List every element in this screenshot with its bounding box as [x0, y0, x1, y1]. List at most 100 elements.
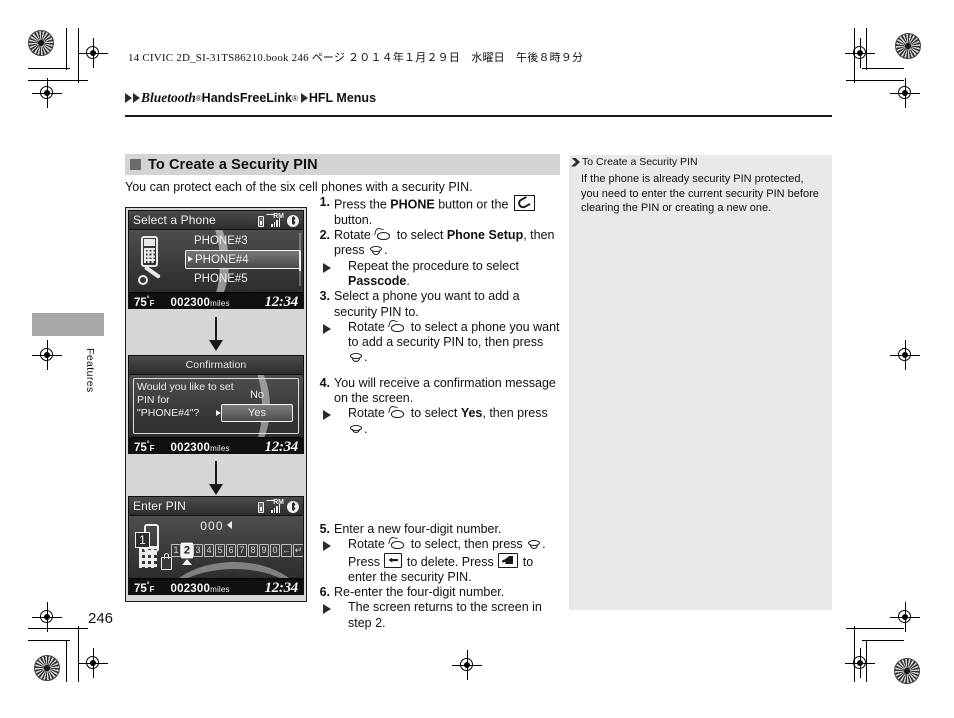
signal-roaming-icon: RM [266, 498, 284, 513]
instruction-step: 3. Select a phone you want to add a secur… [315, 289, 560, 320]
keypad-key[interactable]: 7 [237, 544, 247, 557]
registration-mark-bottom-right [845, 648, 875, 678]
breadcrumb-bluetooth: Bluetooth [141, 90, 196, 105]
list-item[interactable]: PHONE#5 [185, 269, 301, 288]
roaming-label: RM [273, 212, 284, 220]
bluetooth-icon [287, 214, 299, 227]
device-screen-enter-pin: Enter PIN RM 000 1 1 2 3 4 5 6 7 8 9 0 ←… [128, 496, 304, 595]
print-hatch-circle-top-right [895, 33, 921, 59]
temperature-unit: F [149, 443, 155, 453]
press-knob-icon [527, 538, 541, 551]
temperature-readout: 75°F [134, 582, 155, 595]
crop-line-bottom-left-h [28, 640, 70, 641]
press-knob-icon [369, 244, 383, 257]
keypad-key[interactable]: 4 [204, 544, 214, 557]
page-number: 246 [88, 610, 114, 627]
step-number: 6. [319, 585, 330, 600]
keypad-key[interactable]: 2 [180, 542, 194, 559]
odometer-value: 002300 [170, 296, 211, 309]
rotate-dial-icon [389, 320, 406, 333]
signal-roaming-icon: RM [266, 212, 284, 227]
crop-line-top-left-v [66, 28, 67, 70]
battery-icon [258, 501, 264, 513]
step-substep: Rotate to select a phone you want to add… [323, 320, 560, 366]
substep-text: Rotate to select, then press . Press to … [348, 537, 546, 584]
rotate-dial-icon [389, 537, 406, 550]
yes-button[interactable]: Yes [216, 404, 293, 422]
instruction-step: 1. Press the PHONE button or the button. [315, 195, 560, 228]
temperature-value: 75 [134, 582, 147, 595]
device-title-select-phone: Select a Phone [133, 213, 216, 227]
substep-arrow-icon [323, 262, 344, 273]
phone-button-icon [513, 195, 535, 211]
phone-list[interactable]: PHONE#3 PHONE#4 PHONE#5 [185, 231, 301, 288]
note-title-text: To Create a Security PIN [582, 156, 698, 168]
roaming-label: RM [273, 498, 284, 506]
instruction-step: 2. Rotate to select Phone Setup, then pre… [315, 228, 560, 259]
step-text: Rotate to select Phone Setup, then press… [334, 228, 555, 258]
note-title: To Create a Security PIN [571, 156, 698, 168]
breadcrumb-reg-2: ® [291, 93, 298, 103]
registration-mark-right-upper [890, 78, 920, 108]
clock-readout: 12:34 [264, 439, 299, 454]
keypad-key[interactable]: 9 [259, 544, 269, 557]
device-titlebar-select-phone: Select a Phone RM [129, 211, 303, 230]
phone-setup-icon [137, 236, 171, 286]
device-infobar-3: 75°F 002300miles 12:34 [129, 578, 303, 595]
device-titlebar-confirmation: Confirmation [129, 356, 303, 375]
step-text: Re-enter the four-digit number. [334, 585, 505, 600]
enter-button-icon [498, 552, 519, 568]
confirmation-buttons[interactable]: No Yes [216, 386, 293, 422]
crop-line-bottom-right-v [866, 640, 867, 682]
odometer-value: 002300 [170, 441, 211, 454]
keypad-key[interactable]: 6 [226, 544, 236, 557]
substep-arrow-icon [323, 541, 344, 552]
no-button[interactable]: No [221, 386, 293, 404]
keypad-key[interactable]: 1 [171, 544, 181, 557]
emphasis-term: Passcode [348, 273, 407, 288]
crop-line-bottom-right-h [862, 640, 904, 641]
odometer-readout: 002300miles [171, 442, 230, 454]
registration-mark-bottom-left [78, 648, 108, 678]
scrollbar[interactable] [299, 233, 301, 286]
list-item[interactable]: PHONE#4 [185, 250, 301, 269]
substep-text: Rotate to select Yes, then press . [348, 406, 548, 436]
instruction-step: 6. Re-enter the four-digit number. [315, 585, 560, 600]
step-text: You will receive a confirmation message … [334, 375, 556, 406]
pin-entered-value: 000 [200, 519, 224, 533]
press-knob-icon [349, 422, 363, 435]
substep-text: Rotate to select a phone you want to add… [348, 319, 560, 365]
instruction-step: 4. You will receive a confirmation messag… [315, 376, 560, 407]
rotate-dial-icon [375, 228, 392, 241]
decorative-arc [159, 562, 303, 578]
keypad-key[interactable]: 5 [215, 544, 225, 557]
pin-keypad[interactable]: 1 2 3 4 5 6 7 8 9 0 ← ↵ [171, 542, 303, 559]
keypad-key[interactable]: 0 [270, 544, 280, 557]
keypad-key[interactable]: 3 [193, 544, 203, 557]
keypad-backspace-icon[interactable]: ← [281, 544, 292, 557]
clock-readout: 12:34 [264, 580, 299, 595]
phone-label: PHONE#5 [194, 272, 248, 285]
print-hatch-circle-bottom-right [894, 658, 920, 684]
crop-line-bottom-left-v2 [78, 626, 79, 682]
registration-mark-top-left [78, 38, 108, 68]
list-item[interactable]: PHONE#3 [185, 231, 301, 250]
section-bullet-icon [130, 159, 141, 170]
odometer-unit: miles [210, 298, 230, 308]
device-status-icons-1: RM [258, 212, 299, 227]
odometer-readout: 002300miles [171, 297, 230, 309]
yes-button-label: Yes [248, 407, 266, 419]
keypad-enter-icon[interactable]: ↵ [293, 544, 303, 557]
note-marker-icon [571, 157, 580, 167]
odometer-unit: miles [210, 584, 230, 594]
battery-icon [258, 215, 264, 227]
step-spacer [315, 366, 560, 376]
keypad-key[interactable]: 8 [248, 544, 258, 557]
device-title-confirmation: Confirmation [185, 359, 247, 371]
note-panel [569, 155, 832, 610]
device-content-enter-pin: 000 1 1 2 3 4 5 6 7 8 9 0 ← ↵ [129, 516, 303, 578]
substep-arrow-icon [323, 323, 344, 334]
phone-label: PHONE#3 [194, 234, 248, 247]
step-substep: The screen returns to the screen in step… [323, 600, 560, 631]
crop-line-top-right-v [866, 28, 867, 70]
